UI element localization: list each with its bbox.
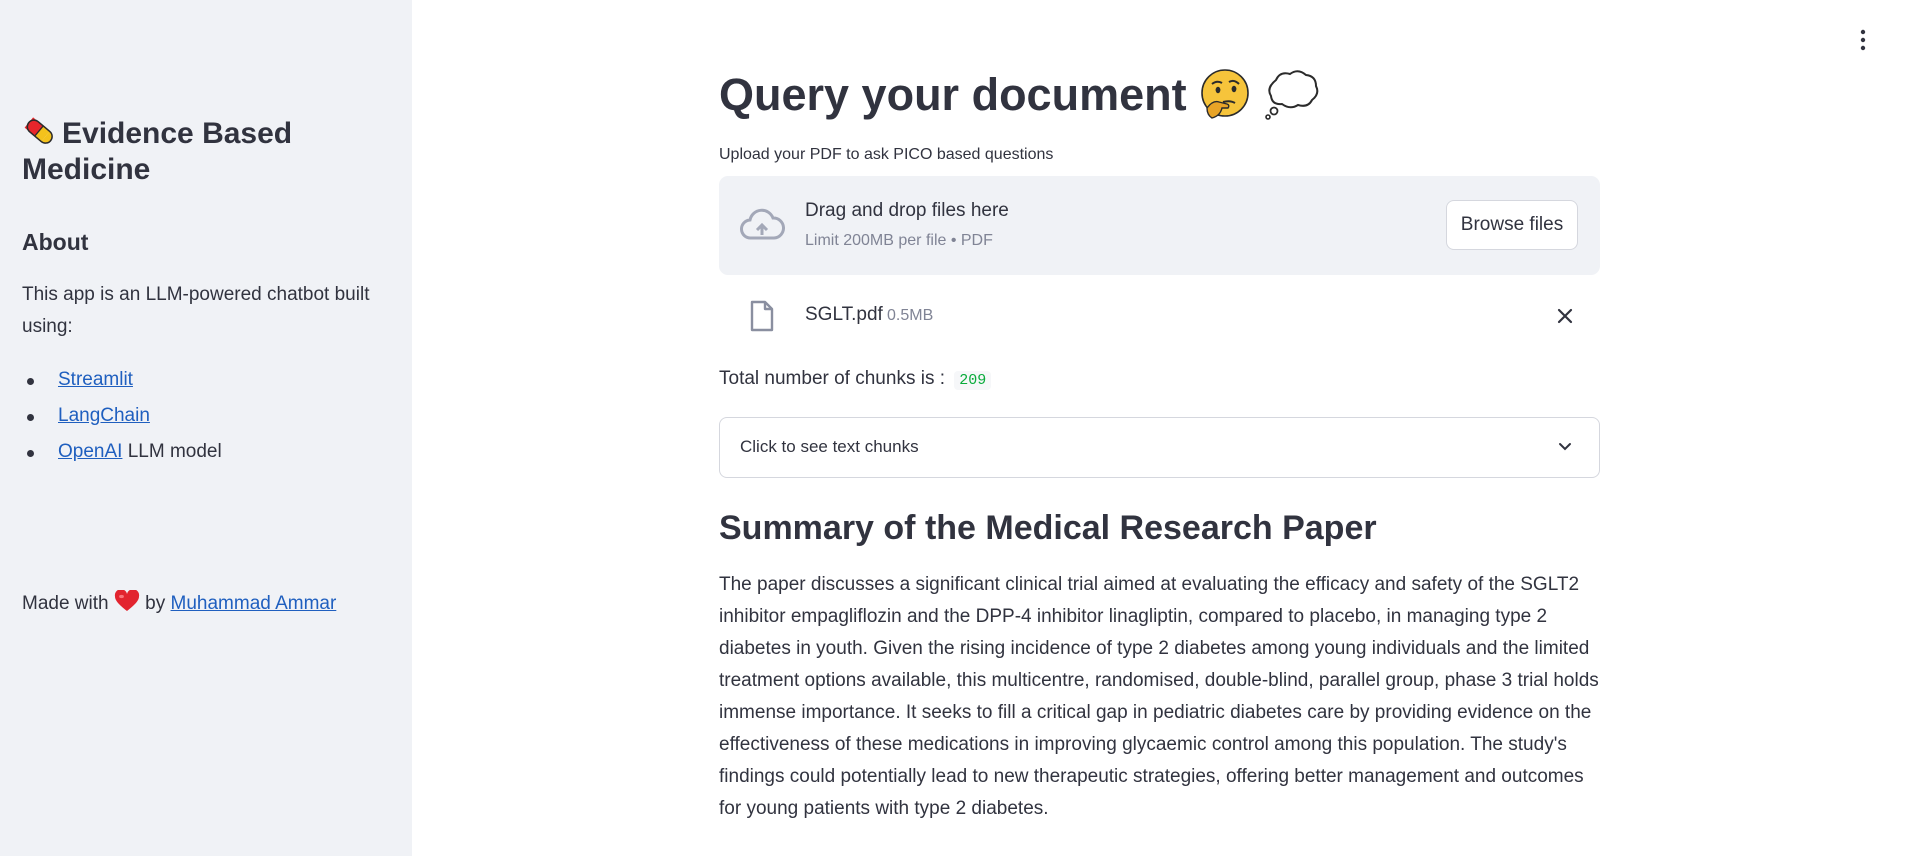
app-title-text: Evidence Based Medicine bbox=[22, 117, 293, 186]
uploaded-file-row: SGLT.pdf 0.5MB bbox=[719, 292, 1600, 340]
author-link[interactable]: Muhammad Ammar bbox=[171, 593, 337, 614]
text-chunks-expander[interactable]: Click to see text chunks bbox=[719, 417, 1600, 478]
file-dropzone[interactable]: Drag and drop files here Limit 200MB per… bbox=[719, 176, 1600, 275]
expander-label: Click to see text chunks bbox=[740, 437, 919, 456]
made-with-prefix: Made with bbox=[22, 593, 109, 614]
summary-text: The paper discusses a significant clinic… bbox=[719, 574, 1599, 819]
upload-label: Upload your PDF to ask PICO based questi… bbox=[719, 146, 1054, 163]
file-icon bbox=[750, 300, 774, 332]
file-name: SGLT.pdf bbox=[805, 304, 883, 325]
langchain-link[interactable]: LangChain bbox=[58, 405, 150, 426]
thought-bubble-icon bbox=[1264, 70, 1318, 120]
sidebar: Evidence Based Medicine About This app i… bbox=[0, 0, 412, 856]
page-title: Query your document bbox=[719, 64, 1320, 126]
page-title-text: Query your document bbox=[719, 69, 1187, 120]
list-item: OpenAI LLM model bbox=[22, 434, 222, 470]
list-item: Streamlit bbox=[22, 362, 222, 398]
dropzone-title: Drag and drop files here bbox=[805, 200, 1009, 221]
chunks-label: Total number of chunks is : bbox=[719, 368, 945, 389]
app-title: Evidence Based Medicine bbox=[22, 114, 352, 188]
vertical-dots-menu-icon[interactable] bbox=[1858, 28, 1868, 52]
chunks-info: Total number of chunks is : 209 bbox=[719, 368, 992, 390]
list-item: LangChain bbox=[22, 398, 222, 434]
thinking-face-icon bbox=[1201, 69, 1249, 119]
cloud-upload-icon bbox=[740, 208, 785, 240]
streamlit-link[interactable]: Streamlit bbox=[58, 369, 133, 390]
close-icon[interactable] bbox=[1555, 306, 1575, 326]
chunks-count: 209 bbox=[954, 371, 992, 390]
summary-heading: Summary of the Medical Research Paper bbox=[719, 509, 1377, 547]
about-text: This app is an LLM-powered chatbot built… bbox=[22, 284, 370, 337]
openai-suffix: LLM model bbox=[122, 441, 222, 462]
file-size: 0.5MB bbox=[887, 307, 934, 324]
pill-icon bbox=[24, 117, 53, 144]
openai-link[interactable]: OpenAI bbox=[58, 441, 122, 462]
made-with-credit: Made with by Muhammad Ammar bbox=[22, 588, 336, 620]
chevron-down-icon bbox=[1559, 443, 1571, 451]
tech-link-list: Streamlit LangChain OpenAI LLM model bbox=[22, 362, 222, 470]
dropzone-limit: Limit 200MB per file • PDF bbox=[805, 232, 993, 249]
about-heading: About bbox=[22, 229, 89, 255]
browse-files-button[interactable]: Browse files bbox=[1446, 200, 1578, 250]
made-with-by: by bbox=[145, 593, 166, 614]
heart-icon bbox=[114, 590, 139, 611]
